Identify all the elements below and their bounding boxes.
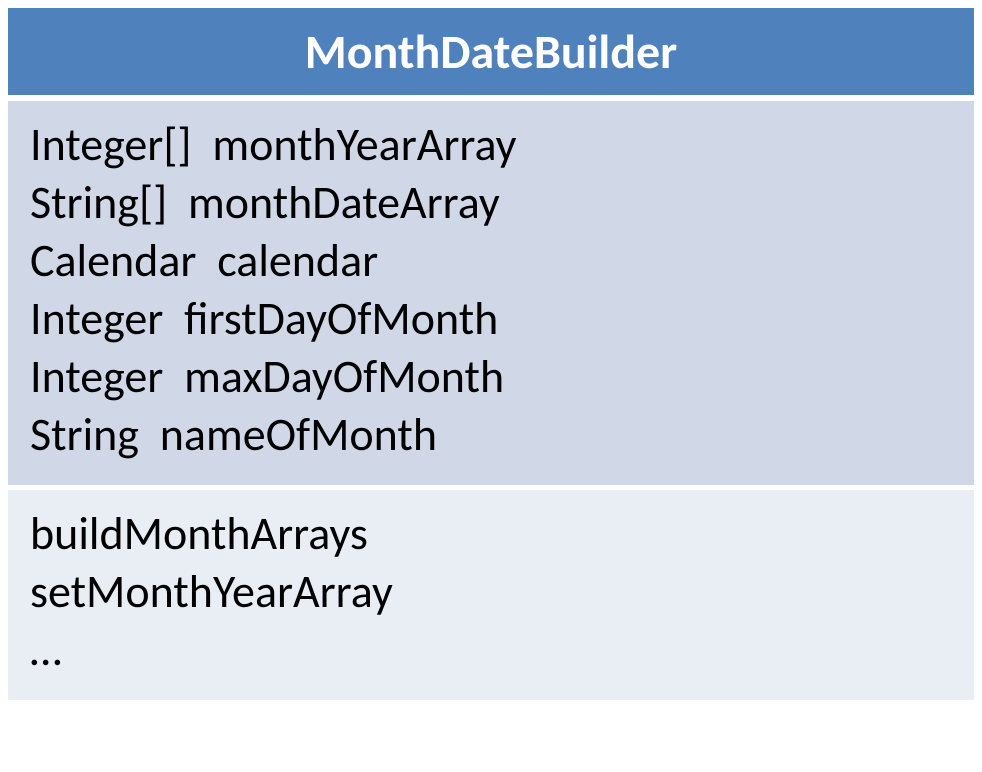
attribute-line: Calendar calendar (30, 233, 952, 291)
attribute-line: String[] monthDateArray (30, 175, 952, 233)
operations-compartment: buildMonthArrays setMonthYearArray … (8, 490, 974, 700)
attributes-compartment: Integer[] monthYearArray String[] monthD… (8, 101, 974, 490)
attribute-line: String nameOfMonth (30, 407, 952, 465)
attribute-line: Integer maxDayOfMonth (30, 349, 952, 407)
uml-class-box: MonthDateBuilder Integer[] monthYearArra… (8, 8, 974, 700)
operation-line: … (30, 622, 952, 680)
attribute-line: Integer[] monthYearArray (30, 117, 952, 175)
operation-line: buildMonthArrays (30, 506, 952, 564)
operation-line: setMonthYearArray (30, 564, 952, 622)
class-name-header: MonthDateBuilder (8, 8, 974, 101)
attribute-line: Integer firstDayOfMonth (30, 291, 952, 349)
